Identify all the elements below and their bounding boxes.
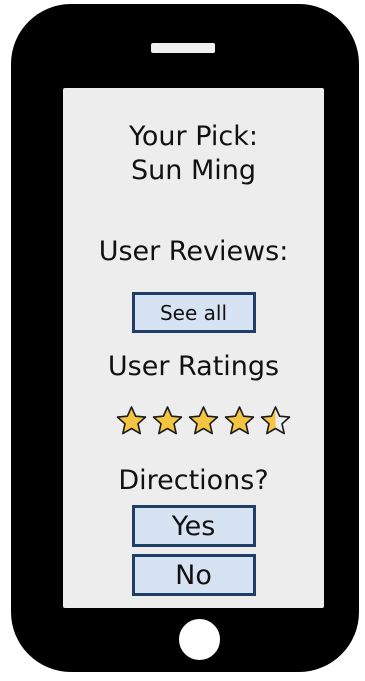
star-icon [115, 405, 148, 438]
star-icon [223, 405, 256, 438]
phone-screen: Your Pick: Sun Ming User Reviews: See al… [63, 88, 324, 608]
star-icon [187, 405, 220, 438]
pick-title-line1: Your Pick: [129, 121, 258, 152]
see-all-button-label: See all [159, 300, 228, 325]
star-icon [151, 405, 184, 438]
home-button[interactable] [176, 616, 223, 663]
no-button[interactable]: No [131, 554, 256, 596]
speaker-slot [151, 43, 215, 53]
no-button-label: No [175, 559, 212, 591]
phone-frame: Your Pick: Sun Ming User Reviews: See al… [11, 4, 359, 672]
yes-button-label: Yes [171, 510, 216, 542]
yes-button[interactable]: Yes [131, 505, 256, 547]
pick-title-line2: Sun Ming [131, 155, 256, 186]
directions-label: Directions? [118, 465, 269, 496]
user-reviews-label: User Reviews: [98, 236, 289, 267]
user-ratings-label: User Ratings [107, 351, 280, 382]
rating-stars [115, 401, 324, 441]
see-all-button[interactable]: See all [131, 292, 256, 333]
star-icon [259, 405, 292, 438]
phone-mockup-canvas: Your Pick: Sun Ming User Reviews: See al… [0, 0, 365, 681]
